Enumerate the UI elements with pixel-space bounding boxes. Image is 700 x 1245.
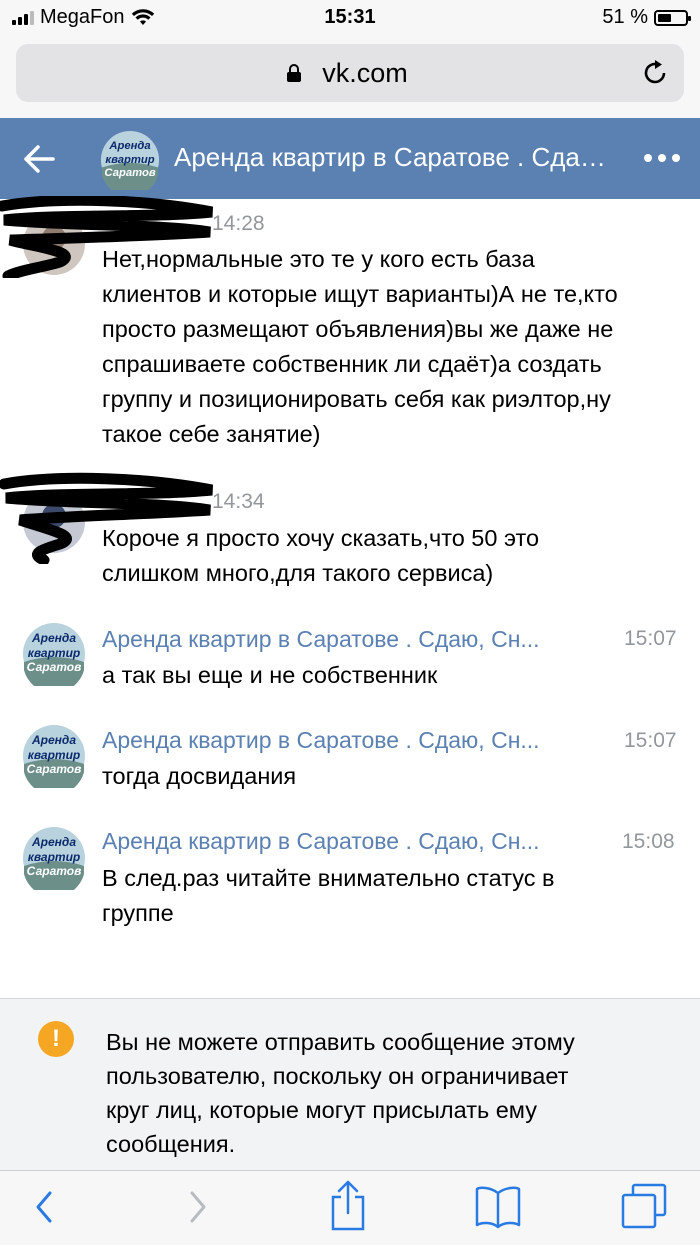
header-title[interactable]: Аренда квартир в Саратове . Сдаю, Сн... — [174, 142, 614, 173]
svg-text:Аренда: Аренда — [108, 140, 150, 152]
battery-percent: 51 % — [602, 6, 648, 28]
message-time: 15:08 — [622, 830, 675, 853]
browser-toolbar — [0, 1170, 700, 1245]
more-options-icon[interactable] — [644, 154, 680, 162]
warning-icon: ! — [38, 1021, 74, 1057]
group-avatar[interactable]: Аренда квартир Саратов — [22, 724, 86, 788]
message-time: 15:07 — [624, 729, 677, 752]
message-time: 14:28 — [212, 212, 265, 235]
group-avatar[interactable]: Аренда квартир Саратов — [22, 826, 86, 890]
svg-text:Саратов: Саратов — [104, 167, 156, 179]
tabs-icon[interactable] — [620, 1183, 668, 1229]
reload-icon[interactable] — [640, 58, 670, 88]
svg-text:Саратов: Саратов — [27, 660, 82, 674]
group-avatar[interactable]: Аренда квартир Саратов — [22, 622, 86, 686]
share-icon[interactable] — [328, 1179, 368, 1231]
browser-address-area: vk.com — [0, 36, 700, 118]
message-time: 15:07 — [624, 627, 677, 650]
battery-info: 51 % — [602, 6, 691, 29]
message-text: В след.раз читайте внимательно статус вг… — [102, 865, 555, 926]
group-avatar[interactable]: Аренда квартир Саратов — [100, 130, 160, 190]
clock: 15:31 — [324, 6, 376, 28]
svg-text:Аренда: Аренда — [31, 835, 76, 849]
conversation-header: Аренда квартир Саратов Аренда квартир в … — [0, 118, 700, 199]
back-arrow-icon[interactable] — [22, 142, 56, 176]
address-bar[interactable]: vk.com — [16, 44, 684, 102]
message-author[interactable]: Аренда квартир в Саратове . Сдаю, Сн... — [102, 626, 607, 653]
svg-text:квартир: квартир — [28, 850, 81, 864]
cannot-send-notice: ! Вы не можете отправить сообщение этому… — [0, 998, 700, 1171]
message-author[interactable]: Аренда квартир в Саратове . Сдаю, Сн... — [102, 727, 607, 754]
svg-text:Саратов: Саратов — [27, 762, 82, 776]
message-time: 14:34 — [212, 490, 265, 513]
svg-text:Аренда: Аренда — [31, 733, 76, 747]
url-text: vk.com — [322, 58, 408, 88]
notice-text: Вы не можете отправить сообщение этому по… — [106, 1029, 575, 1157]
svg-text:Саратов: Саратов — [27, 864, 82, 878]
status-bar: MegaFon 15:31 51 % — [0, 0, 700, 36]
message-author[interactable]: Аренда квартир в Саратове . Сдаю, Сн... — [102, 828, 607, 855]
message-text: Нет,нормальные это те у кого есть база кл… — [102, 246, 618, 447]
svg-text:Аренда: Аренда — [31, 631, 76, 645]
message-text: Короче я просто хочу сказать,что 50 это с… — [102, 525, 540, 586]
message-text: тогда досвидания — [102, 763, 297, 789]
back-icon[interactable] — [30, 1187, 58, 1227]
svg-text:квартир: квартир — [105, 154, 154, 166]
message-text: а так вы еще и не собственник — [102, 662, 438, 688]
battery-icon — [654, 9, 691, 26]
bookmarks-icon[interactable] — [474, 1185, 522, 1229]
svg-text:квартир: квартир — [28, 646, 81, 660]
svg-text:квартир: квартир — [28, 748, 81, 762]
forward-icon[interactable] — [184, 1187, 212, 1227]
